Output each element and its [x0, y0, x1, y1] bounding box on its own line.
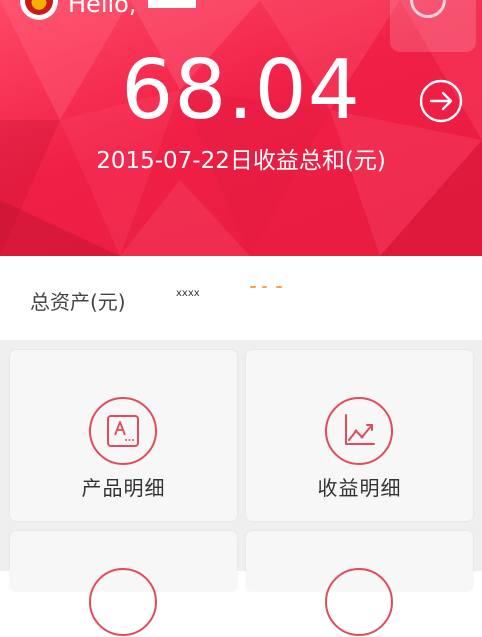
ring-icon [410, 0, 446, 18]
earnings-detail-tile[interactable]: 收益明细 [246, 350, 473, 521]
partial-circle-icon [325, 568, 393, 636]
username-redacted [148, 0, 196, 8]
grid-tile-partial-right[interactable] [246, 531, 473, 636]
product-detail-label: 产品明细 [81, 476, 166, 500]
arrow-right-circle-icon[interactable] [419, 79, 463, 123]
total-assets-label: 总资产(元) [30, 290, 126, 314]
avatar-emblem-icon [25, 0, 53, 15]
earnings-header: Hello, 68.04 2015-07-22日收益总和(元) [0, 0, 482, 256]
partial-circle-icon [89, 568, 157, 636]
greeting-text: Hello, [68, 0, 137, 18]
daily-earnings-amount: 68.04 [121, 43, 361, 138]
assets-accent-mark [250, 286, 286, 289]
top-right-button[interactable] [390, 0, 476, 52]
grid-tile-partial-left[interactable] [10, 531, 237, 636]
total-assets-row: 总资产(元) xxxx [0, 256, 482, 340]
function-grid: 产品明细 收益明细 [0, 340, 482, 636]
earnings-detail-label: 收益明细 [317, 476, 402, 500]
product-detail-tile[interactable]: 产品明细 [10, 350, 237, 521]
line-chart-icon [325, 397, 393, 465]
document-a-icon [89, 397, 157, 465]
daily-earnings-caption: 2015-07-22日收益总和(元) [96, 148, 386, 174]
total-assets-value: xxxx [176, 288, 200, 299]
